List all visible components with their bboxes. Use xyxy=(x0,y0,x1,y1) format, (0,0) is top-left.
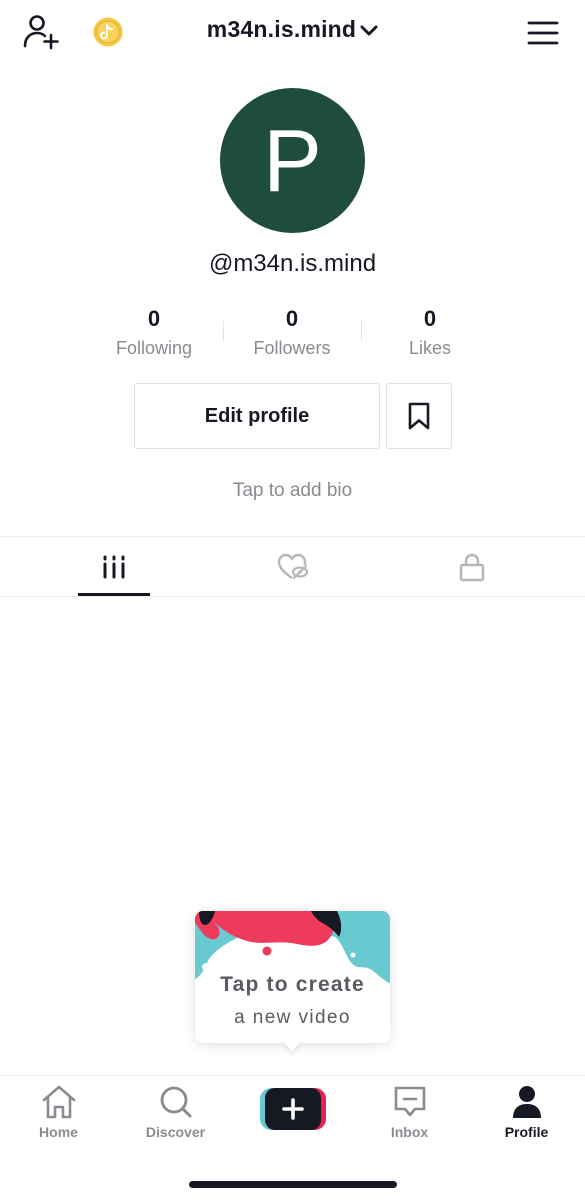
nav-label: Discover xyxy=(145,1124,206,1140)
stat-following[interactable]: 0 Following xyxy=(84,305,224,361)
tooltip-title: Tap to create xyxy=(220,973,365,996)
nav-label: Profile xyxy=(504,1124,549,1140)
profile-icon xyxy=(512,1086,541,1118)
nav-profile[interactable]: Profile xyxy=(468,1084,585,1154)
menu-button[interactable] xyxy=(527,20,559,46)
nav-home[interactable]: Home xyxy=(0,1084,117,1154)
bio-placeholder[interactable]: Tap to add bio xyxy=(0,480,585,502)
liked-hidden-icon xyxy=(277,553,308,579)
nav-label: Home xyxy=(39,1124,78,1140)
plus-icon xyxy=(260,1088,326,1130)
stat-label: Likes xyxy=(408,338,452,358)
search-icon xyxy=(160,1086,191,1118)
divider xyxy=(0,596,585,597)
tab-liked[interactable] xyxy=(195,537,390,596)
inbox-icon xyxy=(394,1086,425,1117)
avatar[interactable]: P xyxy=(220,88,365,233)
videos-grid-icon xyxy=(103,555,124,578)
nav-label: Inbox xyxy=(390,1124,429,1140)
page-title: m34n.is.mind xyxy=(206,16,357,42)
tooltip-subtitle: a new video xyxy=(234,1007,351,1028)
tooltip-arrow xyxy=(282,1040,302,1052)
home-indicator[interactable] xyxy=(189,1181,397,1188)
lock-icon xyxy=(459,553,484,581)
create-video-tooltip[interactable]: Tap to create a new video xyxy=(195,911,390,1043)
account-switcher[interactable]: m34n.is.mind xyxy=(0,16,585,43)
create-video-button[interactable] xyxy=(260,1088,326,1130)
home-icon xyxy=(42,1085,75,1119)
stat-likes[interactable]: 0 Likes xyxy=(360,305,500,361)
stat-label: Followers xyxy=(253,338,331,358)
stat-value: 0 xyxy=(285,306,299,331)
favorites-button[interactable] xyxy=(386,383,452,449)
tab-private[interactable] xyxy=(374,537,569,596)
hamburger-menu-icon xyxy=(527,21,559,45)
stat-value: 0 xyxy=(147,306,161,331)
nav-inbox[interactable]: Inbox xyxy=(351,1084,468,1154)
bookmark-icon xyxy=(408,402,430,430)
stat-followers[interactable]: 0 Followers xyxy=(222,305,362,361)
chevron-down-icon xyxy=(360,16,378,43)
profile-handle: @m34n.is.mind xyxy=(208,250,377,277)
divider xyxy=(0,1075,585,1076)
stat-value: 0 xyxy=(423,306,437,331)
nav-discover[interactable]: Discover xyxy=(117,1084,234,1154)
stat-label: Following xyxy=(115,338,193,358)
tab-videos[interactable] xyxy=(16,537,211,596)
edit-profile-button[interactable]: Edit profile xyxy=(134,383,380,449)
